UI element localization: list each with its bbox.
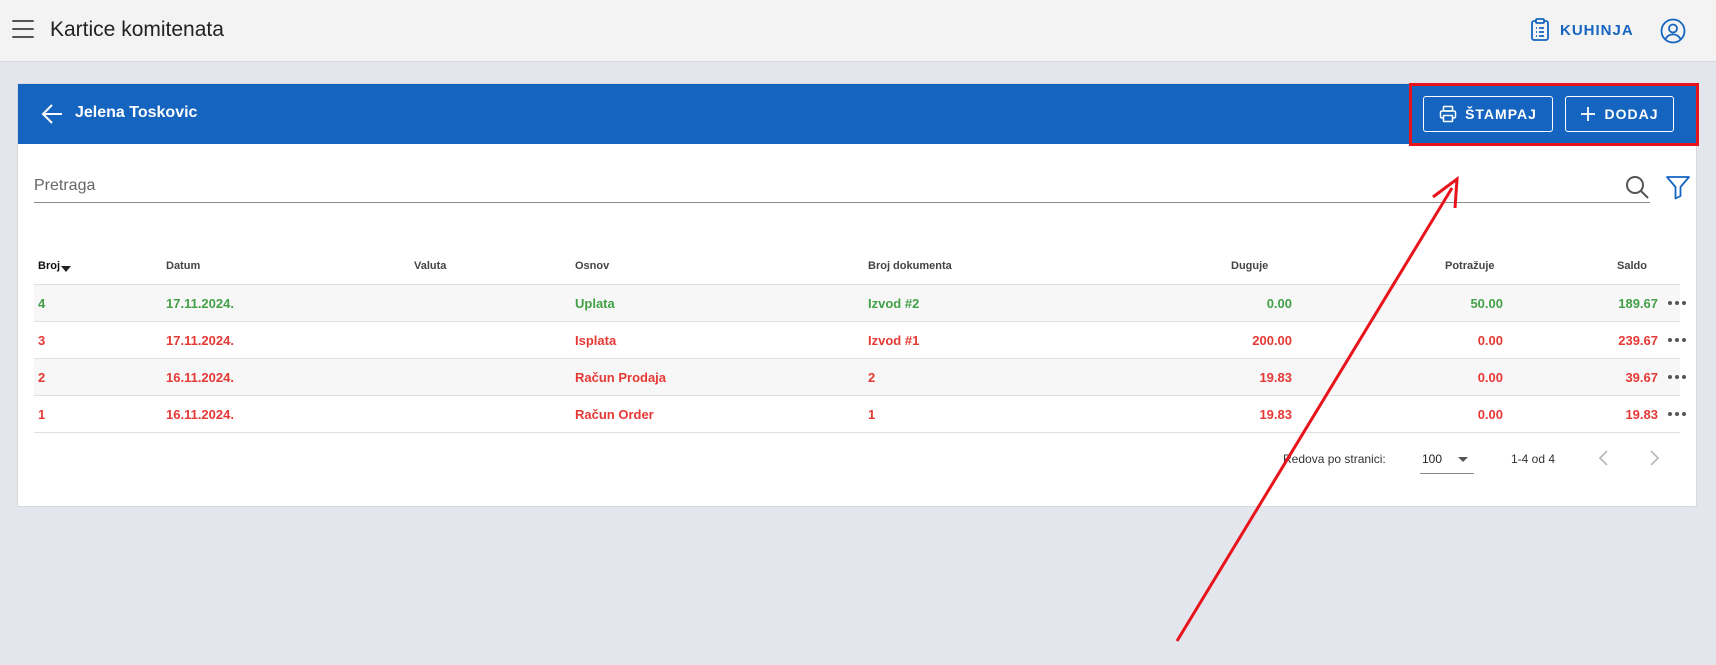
table-header: Broj Datum Valuta Osnov Broj dokumenta D… xyxy=(34,247,1680,285)
column-broj-dokumenta[interactable]: Broj dokumenta xyxy=(868,260,952,272)
table-row[interactable]: 2 16.11.2024. Račun Prodaja 2 19.83 0.00 39.67 xyxy=(34,359,1686,396)
column-broj-label: Broj xyxy=(38,260,60,272)
printer-icon xyxy=(1439,105,1457,123)
hamburger-menu-icon[interactable] xyxy=(12,20,34,40)
cell-osnov: Isplata xyxy=(575,333,617,348)
partner-name: Jelena Toskovic xyxy=(75,104,198,121)
more-actions-icon[interactable] xyxy=(1668,338,1686,342)
clipboard-list-icon xyxy=(1531,18,1549,41)
column-datum[interactable]: Datum xyxy=(166,260,200,272)
column-saldo[interactable]: Saldo xyxy=(1617,260,1647,272)
cell-broj: 4 xyxy=(38,296,46,311)
kitchen-button[interactable]: KUHINJA xyxy=(1530,18,1634,42)
cell-osnov: Uplata xyxy=(575,296,615,311)
cell-datum: 16.11.2024. xyxy=(166,407,234,422)
rows-per-page-select[interactable]: 100 xyxy=(1420,446,1474,474)
pagination: Redova po stranici: 100 1-4 od 4 xyxy=(18,440,1696,480)
cell-potrazuje: 50.00 xyxy=(1470,296,1503,311)
kitchen-label: KUHINJA xyxy=(1560,21,1634,39)
cell-datum: 17.11.2024. xyxy=(166,296,234,311)
cell-potrazuje: 0.00 xyxy=(1477,407,1503,422)
cell-saldo: 39.67 xyxy=(1625,370,1658,385)
rows-per-page-value: 100 xyxy=(1422,452,1443,466)
cell-osnov: Račun Order xyxy=(575,407,654,422)
cell-broj: 1 xyxy=(38,407,46,422)
add-button[interactable]: DODAJ xyxy=(1565,96,1674,132)
column-valuta[interactable]: Valuta xyxy=(414,260,446,272)
cell-osnov: Račun Prodaja xyxy=(575,370,667,385)
add-label: DODAJ xyxy=(1604,106,1659,122)
card-header: Jelena Toskovic ŠTAMPAJ DODAJ xyxy=(18,84,1696,144)
pagination-range: 1-4 od 4 xyxy=(1511,452,1556,466)
account-circle-icon[interactable] xyxy=(1660,18,1686,44)
search-field xyxy=(34,170,1650,203)
arrow-back-icon[interactable] xyxy=(40,102,64,126)
ledger-table: Broj Datum Valuta Osnov Broj dokumenta D… xyxy=(34,247,1686,433)
cell-broj-dokumenta: 1 xyxy=(868,407,876,422)
table-body: 4 17.11.2024. Uplata Izvod #2 0.00 50.00 189.6… xyxy=(34,285,1686,433)
cell-broj-dokumenta: Izvod #2 xyxy=(868,296,920,311)
cell-saldo: 239.67 xyxy=(1618,333,1658,348)
column-potrazuje[interactable]: Potražuje xyxy=(1445,260,1495,272)
print-button[interactable]: ŠTAMPAJ xyxy=(1423,96,1553,132)
more-actions-icon[interactable] xyxy=(1668,375,1686,379)
cell-datum: 16.11.2024. xyxy=(166,370,234,385)
table-row[interactable]: 3 17.11.2024. Isplata Izvod #1 200.00 0.00 239… xyxy=(34,322,1686,359)
table-row[interactable]: 1 16.11.2024. Račun Order 1 19.83 0.00 19.83 xyxy=(34,396,1686,433)
chevron-down-icon xyxy=(1458,457,1468,462)
cell-saldo: 189.67 xyxy=(1618,296,1658,311)
sort-desc-icon xyxy=(61,266,71,272)
cell-duguje: 200.00 xyxy=(1252,333,1292,348)
table-row[interactable]: 4 17.11.2024. Uplata Izvod #2 0.00 50.00 189.6… xyxy=(34,285,1686,322)
page-title: Kartice komitenata xyxy=(50,18,224,41)
more-actions-icon[interactable] xyxy=(1668,301,1686,305)
column-broj[interactable]: Broj xyxy=(38,260,71,272)
chevron-right-icon[interactable] xyxy=(1642,446,1666,470)
column-duguje[interactable]: Duguje xyxy=(1231,260,1268,272)
cell-potrazuje: 0.00 xyxy=(1477,333,1503,348)
rows-per-page-label: Redova po stranici: xyxy=(1283,452,1386,466)
chevron-left-icon[interactable] xyxy=(1592,446,1616,470)
cell-duguje: 0.00 xyxy=(1266,296,1292,311)
filter-icon[interactable] xyxy=(1664,173,1692,201)
cell-broj: 3 xyxy=(38,333,46,348)
cell-datum: 17.11.2024. xyxy=(166,333,234,348)
partner-card: Jelena Toskovic ŠTAMPAJ DODAJ Broj xyxy=(17,83,1697,507)
column-osnov[interactable]: Osnov xyxy=(575,260,609,272)
cell-duguje: 19.83 xyxy=(1259,407,1292,422)
cell-saldo: 19.83 xyxy=(1625,407,1658,422)
plus-icon xyxy=(1581,107,1596,121)
print-label: ŠTAMPAJ xyxy=(1465,106,1537,122)
more-actions-icon[interactable] xyxy=(1668,412,1686,416)
cell-broj: 2 xyxy=(38,370,46,385)
cell-duguje: 19.83 xyxy=(1259,370,1292,385)
app-bar: Kartice komitenata KUHINJA xyxy=(0,0,1716,62)
search-icon[interactable] xyxy=(1624,174,1650,200)
cell-potrazuje: 0.00 xyxy=(1477,370,1503,385)
cell-broj-dokumenta: 2 xyxy=(868,370,876,385)
cell-broj-dokumenta: Izvod #1 xyxy=(868,333,920,348)
search-input[interactable] xyxy=(34,170,1594,202)
